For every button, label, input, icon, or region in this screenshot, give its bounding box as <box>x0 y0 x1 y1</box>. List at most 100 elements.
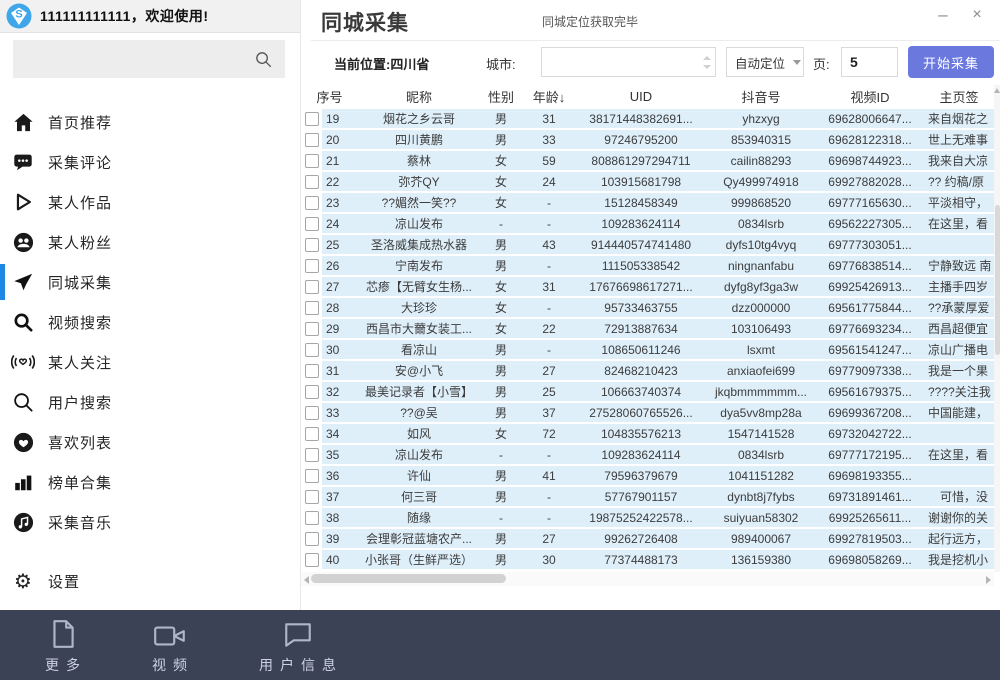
cell-gender: 女 <box>480 320 522 337</box>
row-checkbox[interactable] <box>305 469 319 483</box>
row-checkbox[interactable] <box>305 175 319 189</box>
table-row[interactable]: 22 弥芥QY 女 24 103915681798 Qy499974918 69… <box>301 171 994 192</box>
sidebar-item-user-fans[interactable]: 某人粉丝 <box>0 222 300 262</box>
bottom-item-more[interactable]: 更多 <box>38 616 87 675</box>
vertical-scroll-thumb[interactable] <box>995 205 1000 355</box>
minimize-button[interactable]: – <box>931 4 955 28</box>
table-row[interactable]: 24 凉山发布 - - 109283624114 0834lsrb 695622… <box>301 213 994 234</box>
sidebar-item-rank-collection[interactable]: 榜单合集 <box>0 462 300 502</box>
row-checkbox[interactable] <box>305 553 319 567</box>
table-row[interactable]: 20 四川黄鹏 男 33 97246795200 853940315 69628… <box>301 129 994 150</box>
scroll-right-icon[interactable] <box>986 576 991 584</box>
locate-mode-select[interactable]: 自动定位 <box>726 47 804 77</box>
table-row[interactable]: 37 何三哥 男 - 57767901157 dynbt8j7fybs 6973… <box>301 486 994 507</box>
table-row[interactable]: 28 大珍珍 女 - 95733463755 dzz000000 6956177… <box>301 297 994 318</box>
cell-douyin-id: dyfs10tg4vyq <box>706 238 816 252</box>
cell-uid: 15128458349 <box>576 196 706 210</box>
cell-age: 72 <box>522 427 576 441</box>
sidebar-item-video-search[interactable]: 视频搜索 <box>0 302 300 342</box>
row-checkbox[interactable] <box>305 343 319 357</box>
sidebar-item-collect-comments[interactable]: 采集评论 <box>0 142 300 182</box>
row-checkbox[interactable] <box>305 217 319 231</box>
page-count-input[interactable] <box>841 47 898 77</box>
cell-uid: 19875252422578... <box>576 511 706 525</box>
table-row[interactable]: 27 芯瘆【无臂女生杨... 女 31 17676698617271... dy… <box>301 276 994 297</box>
sidebar-item-home-recommend[interactable]: 首页推荐 <box>0 102 300 142</box>
cell-signature: 来自烟花之 <box>924 110 994 127</box>
col-header-age-sort[interactable]: 年龄↓ <box>522 87 576 106</box>
table-row[interactable]: 26 宁南发布 男 - 111505338542 ningnanfabu 697… <box>301 255 994 276</box>
row-checkbox[interactable] <box>305 427 319 441</box>
table-row[interactable]: 38 随缘 - - 19875252422578... suiyuan58302… <box>301 507 994 528</box>
scroll-up-icon[interactable] <box>994 88 1000 93</box>
table-row[interactable]: 34 如风 女 72 104835576213 1547141528 69732… <box>301 423 994 444</box>
cell-uid: 109283624114 <box>576 448 706 462</box>
sidebar-item-settings[interactable]: ⚙ 设置 <box>0 561 300 601</box>
row-checkbox[interactable] <box>305 301 319 315</box>
row-checkbox[interactable] <box>305 490 319 504</box>
table-row[interactable]: 40 小张哥（生鲜严选） 男 30 77374488173 136159380 … <box>301 549 994 570</box>
cell-douyin-id: yhzxyg <box>706 112 816 126</box>
sidebar-item-user-search[interactable]: 用户搜索 <box>0 382 300 422</box>
close-button[interactable]: × <box>965 4 989 28</box>
row-checkbox[interactable] <box>305 322 319 336</box>
cell-douyin-id: 989400067 <box>706 532 816 546</box>
cell-age: - <box>522 511 576 525</box>
start-collect-button[interactable]: 开始采集 <box>908 46 994 78</box>
row-checkbox[interactable] <box>305 112 319 126</box>
row-checkbox[interactable] <box>305 448 319 462</box>
table-row[interactable]: 19 烟花之乡云哥 男 31 38171448382691... yhzxyg … <box>301 108 994 129</box>
cell-signature: ??承蒙厚爱 <box>924 299 994 316</box>
cell-signature: ?? 约稿/原 <box>924 173 994 190</box>
scroll-left-icon[interactable] <box>304 576 309 584</box>
cell-gender: 男 <box>480 362 522 379</box>
table-row[interactable]: 23 ??媚然一笑?? 女 - 15128458349 999868520 69… <box>301 192 994 213</box>
row-checkbox[interactable] <box>305 280 319 294</box>
row-checkbox[interactable] <box>305 259 319 273</box>
row-checkbox[interactable] <box>305 133 319 147</box>
search-icon[interactable] <box>254 50 273 69</box>
row-checkbox[interactable] <box>305 511 319 525</box>
col-header-uid: UID <box>576 89 706 104</box>
city-input[interactable] <box>542 48 692 76</box>
bottom-item-video[interactable]: 视频 <box>145 616 194 675</box>
table-row[interactable]: 21 蔡林 女 59 808861297294711 cailin88293 6… <box>301 150 994 171</box>
sidebar-item-user-follows[interactable]: 某人关注 <box>0 342 300 382</box>
sidebar-item-like-list[interactable]: 喜欢列表 <box>0 422 300 462</box>
row-checkbox[interactable] <box>305 238 319 252</box>
sidebar-item-city-collect[interactable]: 同城采集 <box>0 262 300 302</box>
cell-nickname: 安@小飞 <box>358 362 480 379</box>
search-input[interactable] <box>13 40 251 78</box>
row-checkbox[interactable] <box>305 196 319 210</box>
row-checkbox[interactable] <box>305 364 319 378</box>
welcome-text: 111111111111，欢迎使用! <box>40 6 209 26</box>
table-row[interactable]: 39 会理彰冠蓝塘农产... 男 27 99262726408 98940006… <box>301 528 994 549</box>
cell-index: 32 <box>322 385 358 399</box>
cell-index: 28 <box>322 301 358 315</box>
cell-douyin-id: cailin88293 <box>706 154 816 168</box>
spinner-down-icon[interactable] <box>703 65 711 69</box>
row-checkbox[interactable] <box>305 532 319 546</box>
horizontal-scroll-thumb[interactable] <box>311 574 506 583</box>
table-row[interactable]: 33 ??@吴 男 37 27528060765526... dya5vv8mp… <box>301 402 994 423</box>
sidebar-item-collect-music[interactable]: 采集音乐 <box>0 502 300 542</box>
comment-icon <box>11 150 35 174</box>
cell-uid: 77374488173 <box>576 553 706 567</box>
row-checkbox[interactable] <box>305 406 319 420</box>
row-checkbox[interactable] <box>305 154 319 168</box>
table-row[interactable]: 36 许仙 男 41 79596379679 1041151282 696981… <box>301 465 994 486</box>
table-row[interactable]: 25 圣洛威集成热水器 男 43 914440574741480 dyfs10t… <box>301 234 994 255</box>
table-row[interactable]: 30 看凉山 男 - 108650611246 lsxmt 6956154124… <box>301 339 994 360</box>
cell-uid: 104835576213 <box>576 427 706 441</box>
cell-gender: 男 <box>480 341 522 358</box>
table-row[interactable]: 29 西昌市大薾女装工... 女 22 72913887634 10310649… <box>301 318 994 339</box>
row-checkbox[interactable] <box>305 385 319 399</box>
cell-uid: 108650611246 <box>576 343 706 357</box>
table-row[interactable]: 35 凉山发布 - - 109283624114 0834lsrb 697771… <box>301 444 994 465</box>
spinner-up-icon[interactable] <box>703 56 711 60</box>
table-row[interactable]: 31 安@小飞 男 27 82468210423 anxiaofei699 69… <box>301 360 994 381</box>
cell-douyin-id: Qy499974918 <box>706 175 816 189</box>
table-row[interactable]: 32 最美记录者【小雪】 男 25 106663740374 jkqbmmmmm… <box>301 381 994 402</box>
sidebar-item-user-works[interactable]: 某人作品 <box>0 182 300 222</box>
bottom-item-user-info[interactable]: 用户信息 <box>252 616 343 675</box>
